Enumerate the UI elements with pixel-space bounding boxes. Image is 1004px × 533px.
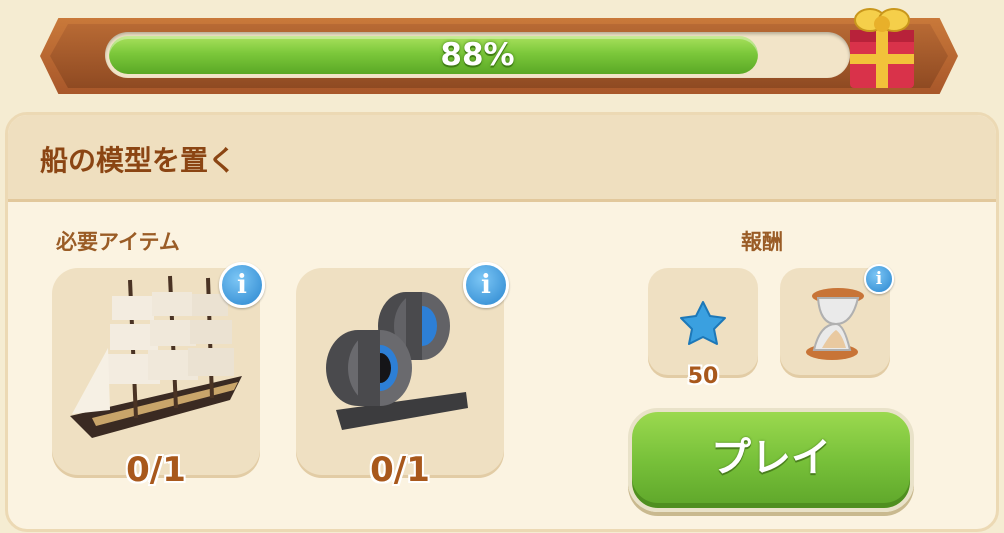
info-icon[interactable]: i	[864, 264, 894, 294]
reward-label: 報酬	[741, 230, 783, 254]
info-icon[interactable]: i	[463, 262, 509, 308]
gift-box-icon[interactable]	[842, 0, 922, 92]
required-item-count: 0/1	[126, 450, 186, 490]
progress-label: 88%	[440, 37, 515, 73]
reward-amount: 50	[687, 364, 719, 389]
required-items-label: 必要アイテム	[56, 230, 180, 254]
panel-header: 船の模型を置く	[8, 115, 996, 202]
required-item-count: 0/1	[370, 450, 430, 490]
reward-star[interactable]	[648, 268, 758, 378]
play-button-label: プレイ	[711, 435, 831, 481]
blue-star-icon	[680, 301, 726, 345]
play-button[interactable]: プレイ	[628, 408, 914, 512]
info-icon[interactable]: i	[219, 262, 265, 308]
panel-title: 船の模型を置く	[40, 144, 237, 177]
